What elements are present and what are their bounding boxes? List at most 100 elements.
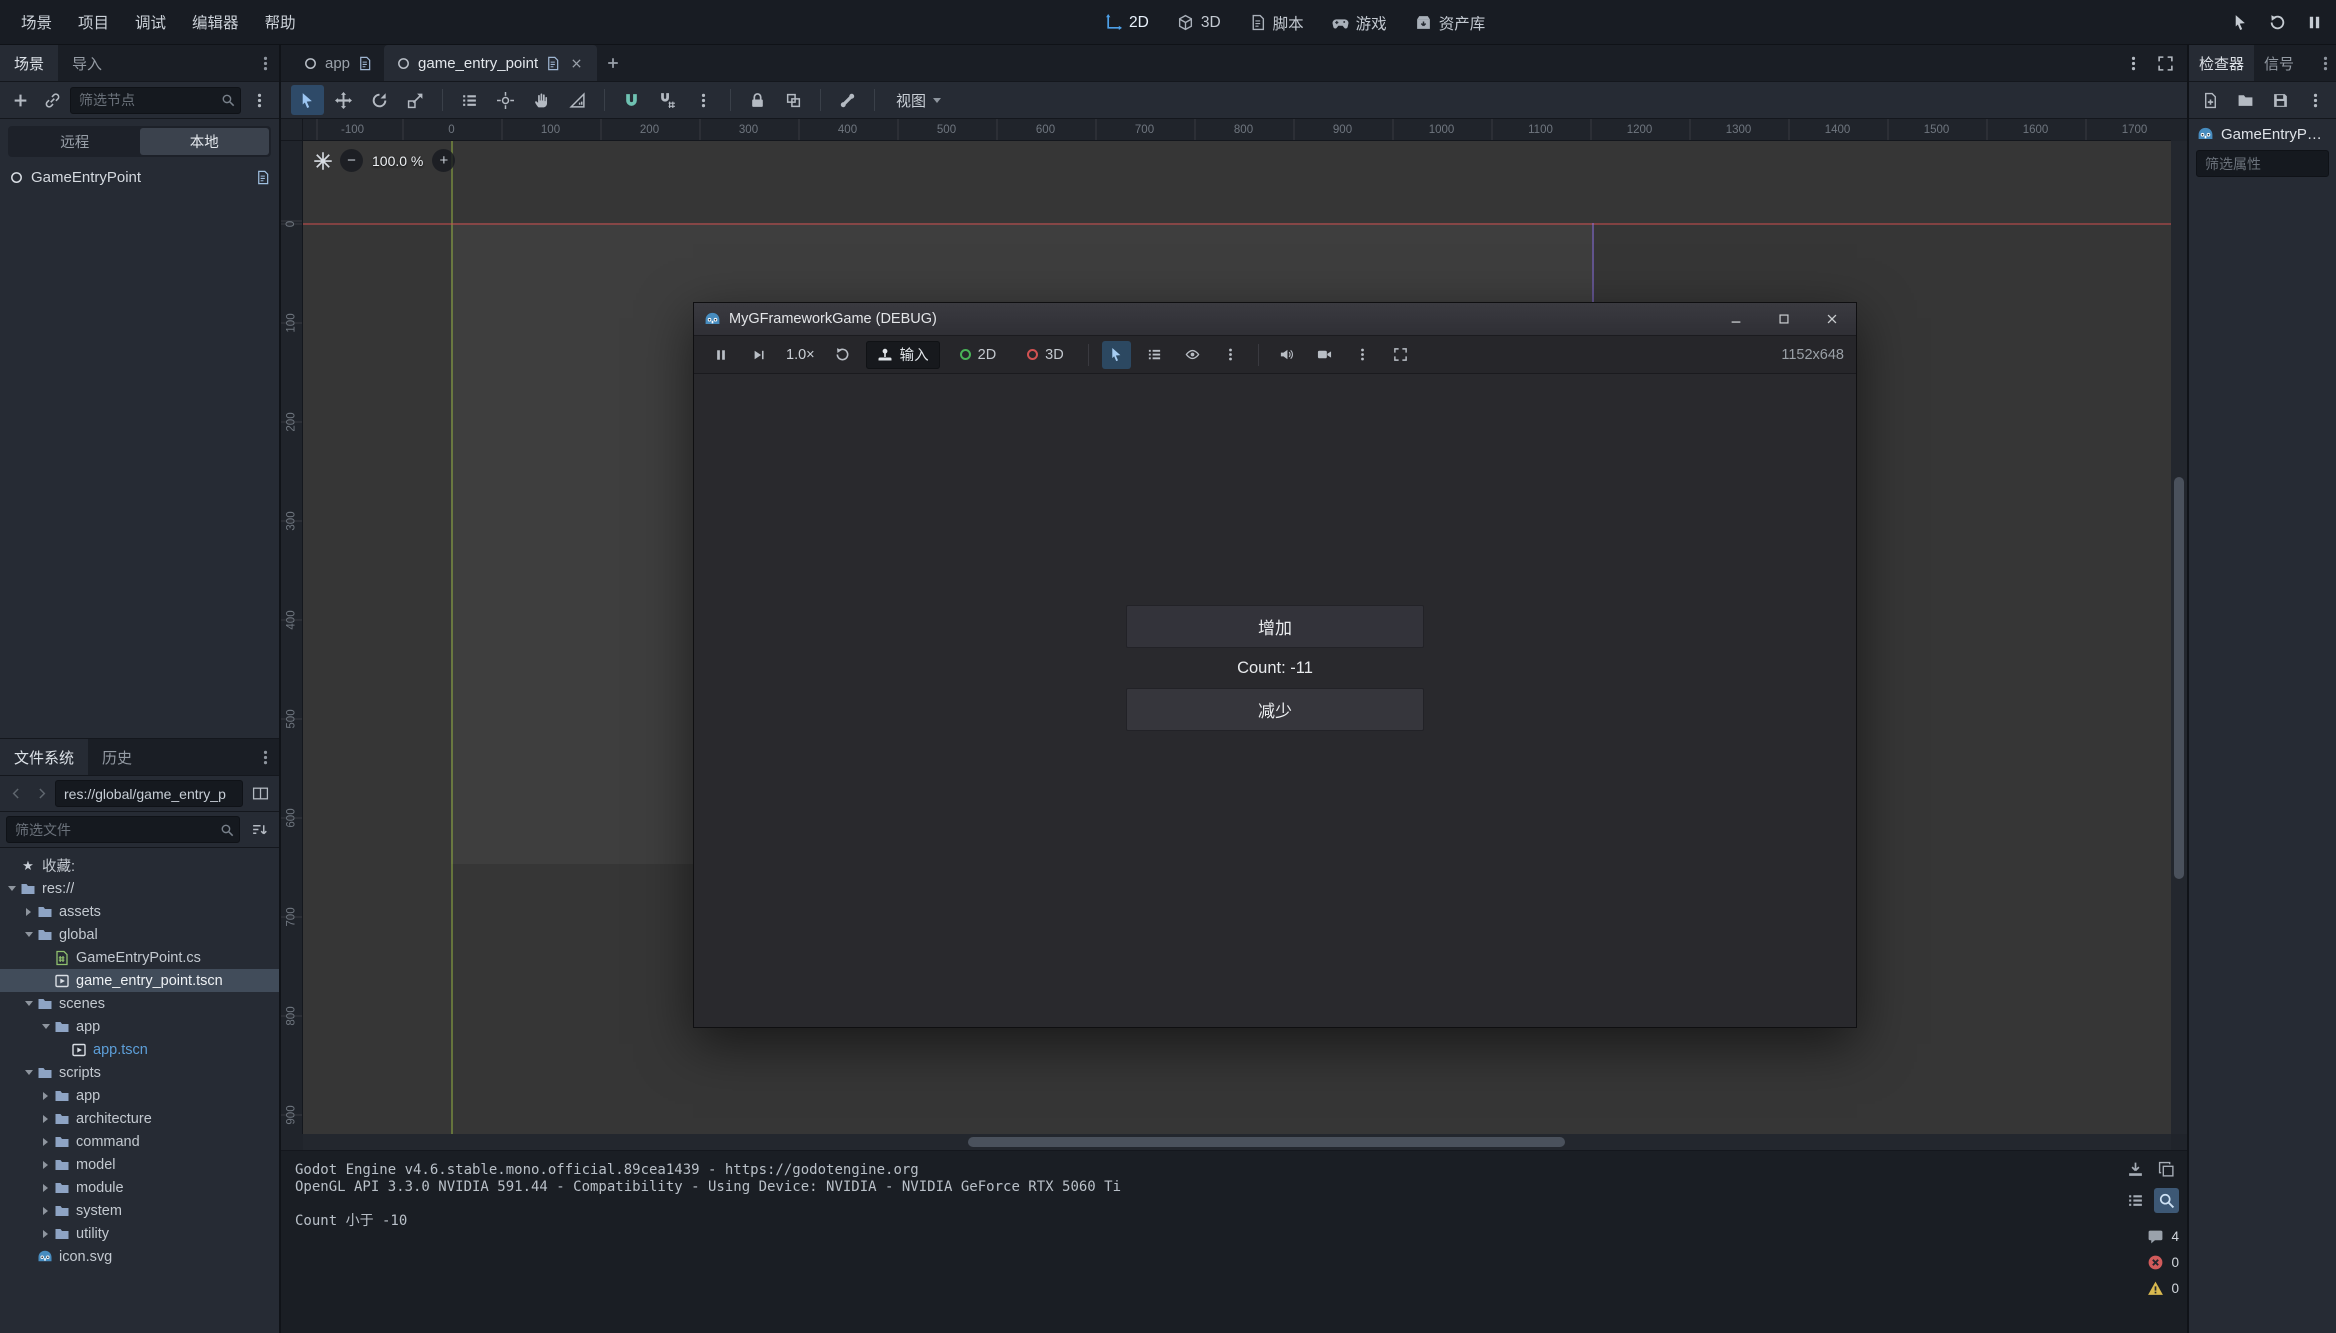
- viewport-vertical-scrollbar[interactable]: [2171, 141, 2187, 1134]
- pivot-tool-button[interactable]: [489, 85, 522, 115]
- expand-chevron[interactable]: [38, 1161, 53, 1169]
- menu-item[interactable]: 项目: [65, 7, 122, 37]
- maximize-window-button[interactable]: [1764, 303, 1804, 335]
- workspace-game[interactable]: 游戏: [1319, 7, 1400, 38]
- file-tree-item[interactable]: module: [0, 1176, 279, 1199]
- expand-chevron[interactable]: [38, 1024, 53, 1029]
- reset-speed-button[interactable]: [828, 341, 857, 369]
- menu-item[interactable]: 调试: [122, 7, 179, 37]
- camera-override-button[interactable]: [1310, 341, 1339, 369]
- inspector-menu-button[interactable]: [2314, 45, 2336, 81]
- remote-button[interactable]: 远程: [10, 128, 140, 155]
- split-view-button[interactable]: [246, 780, 274, 808]
- scene-tab-game-entry-point[interactable]: game_entry_point: [384, 45, 597, 81]
- menu-item[interactable]: 编辑器: [179, 7, 252, 37]
- close-window-button[interactable]: [1812, 303, 1852, 335]
- expand-chevron[interactable]: [4, 886, 19, 891]
- file-tree-item[interactable]: scripts: [0, 1061, 279, 1084]
- current-path-input[interactable]: [55, 780, 243, 807]
- file-tree-item[interactable]: command: [0, 1130, 279, 1153]
- inspector-extra-menu-button[interactable]: [2301, 86, 2329, 114]
- minimize-window-button[interactable]: [1716, 303, 1756, 335]
- zoom-in-button[interactable]: +: [432, 149, 455, 172]
- mute-audio-button[interactable]: [1272, 341, 1301, 369]
- save-log-button[interactable]: [2123, 1157, 2148, 1182]
- file-tree-item[interactable]: res://: [0, 877, 279, 900]
- file-tree-item[interactable]: scenes: [0, 992, 279, 1015]
- sort-files-button[interactable]: [245, 816, 273, 844]
- scrollbar-thumb[interactable]: [2174, 477, 2184, 879]
- zoom-level[interactable]: 100.0 %: [372, 153, 423, 169]
- playback-speed-button[interactable]: 1.0×: [782, 347, 819, 363]
- 2d-mode-button[interactable]: 2D: [949, 341, 1008, 369]
- file-tree-item[interactable]: icon.svg: [0, 1245, 279, 1268]
- tab-history[interactable]: 历史: [88, 739, 146, 775]
- save-resource-button[interactable]: [2266, 86, 2294, 114]
- expand-chevron[interactable]: [38, 1230, 53, 1238]
- tab-signals[interactable]: 信号: [2254, 45, 2304, 81]
- load-resource-button[interactable]: [2231, 86, 2259, 114]
- group-selection-button[interactable]: [777, 85, 810, 115]
- copy-log-button[interactable]: [2154, 1157, 2179, 1182]
- tab-inspector[interactable]: 检查器: [2189, 45, 2254, 81]
- smart-snap-button[interactable]: [615, 85, 648, 115]
- workspace-2d[interactable]: 2D: [1092, 7, 1162, 38]
- expand-chevron[interactable]: [38, 1138, 53, 1146]
- tab-scene[interactable]: 场景: [0, 45, 58, 81]
- file-tree-item[interactable]: GameEntryPoint.cs: [0, 946, 279, 969]
- message-count-badge[interactable]: 4: [2147, 1228, 2179, 1245]
- rotate-tool-button[interactable]: [363, 85, 396, 115]
- open-script-button[interactable]: [255, 170, 270, 185]
- ruler-tool-button[interactable]: [561, 85, 594, 115]
- file-tree-item[interactable]: global: [0, 923, 279, 946]
- camera-options-button[interactable]: [1348, 341, 1377, 369]
- pause-button[interactable]: [706, 341, 735, 369]
- new-scene-tab-button[interactable]: [597, 45, 629, 81]
- vertical-ruler[interactable]: 0100200300400500600700800900: [281, 141, 303, 1134]
- game-window-titlebar[interactable]: MyGFrameworkGame (DEBUG): [694, 303, 1856, 336]
- view-menu-button[interactable]: 视图: [885, 85, 952, 115]
- instance-scene-button[interactable]: [38, 86, 66, 114]
- pause-game-button[interactable]: [2299, 7, 2330, 38]
- scale-tool-button[interactable]: [399, 85, 432, 115]
- file-tree-item[interactable]: utility: [0, 1222, 279, 1245]
- tab-filesystem[interactable]: 文件系统: [0, 739, 88, 775]
- search-log-button[interactable]: [2154, 1188, 2179, 1213]
- scene-tab-app[interactable]: app: [291, 45, 384, 81]
- menu-item[interactable]: 场景: [8, 7, 65, 37]
- nav-back-button[interactable]: [5, 782, 27, 806]
- close-tab-button[interactable]: [567, 54, 585, 72]
- file-filter-input[interactable]: [6, 816, 240, 843]
- scene-dock-menu-button[interactable]: [251, 45, 279, 81]
- expand-chevron[interactable]: [21, 1070, 36, 1075]
- collapse-duplicates-button[interactable]: [2123, 1188, 2148, 1213]
- node-filter-input[interactable]: [70, 87, 241, 114]
- node-select-button[interactable]: [1102, 341, 1131, 369]
- select-list-button[interactable]: [453, 85, 486, 115]
- new-resource-button[interactable]: [2196, 86, 2224, 114]
- scene-tree-root-node[interactable]: GameEntryPoint: [0, 164, 279, 191]
- tab-import[interactable]: 导入: [58, 45, 116, 81]
- horizontal-ruler[interactable]: -100010020030040050060070080090010001100…: [303, 119, 2171, 141]
- pan-tool-button[interactable]: [525, 85, 558, 115]
- viewport-horizontal-scrollbar[interactable]: [303, 1134, 2171, 1150]
- expand-chevron[interactable]: [21, 932, 36, 937]
- tab-list-menu-button[interactable]: [2119, 49, 2147, 77]
- add-node-button[interactable]: [6, 86, 34, 114]
- input-toggle-button[interactable]: 输入: [866, 341, 940, 369]
- file-tree-item[interactable]: app: [0, 1084, 279, 1107]
- error-count-badge[interactable]: 0: [2147, 1254, 2179, 1271]
- zoom-out-button[interactable]: −: [340, 149, 363, 172]
- file-tree-item[interactable]: app.tscn: [0, 1038, 279, 1061]
- workspace-3d[interactable]: 3D: [1164, 7, 1234, 38]
- edited-object-row[interactable]: GameEntryPoint...: [2189, 119, 2336, 147]
- expand-chevron[interactable]: [38, 1184, 53, 1192]
- increase-button[interactable]: 增加: [1126, 605, 1424, 648]
- move-tool-button[interactable]: [327, 85, 360, 115]
- expand-editor-button[interactable]: [2151, 49, 2179, 77]
- skeleton-options-button[interactable]: [831, 85, 864, 115]
- file-tree-item[interactable]: system: [0, 1199, 279, 1222]
- visibility-button[interactable]: [1178, 341, 1207, 369]
- expand-chevron[interactable]: [21, 908, 36, 916]
- menu-item[interactable]: 帮助: [252, 7, 309, 37]
